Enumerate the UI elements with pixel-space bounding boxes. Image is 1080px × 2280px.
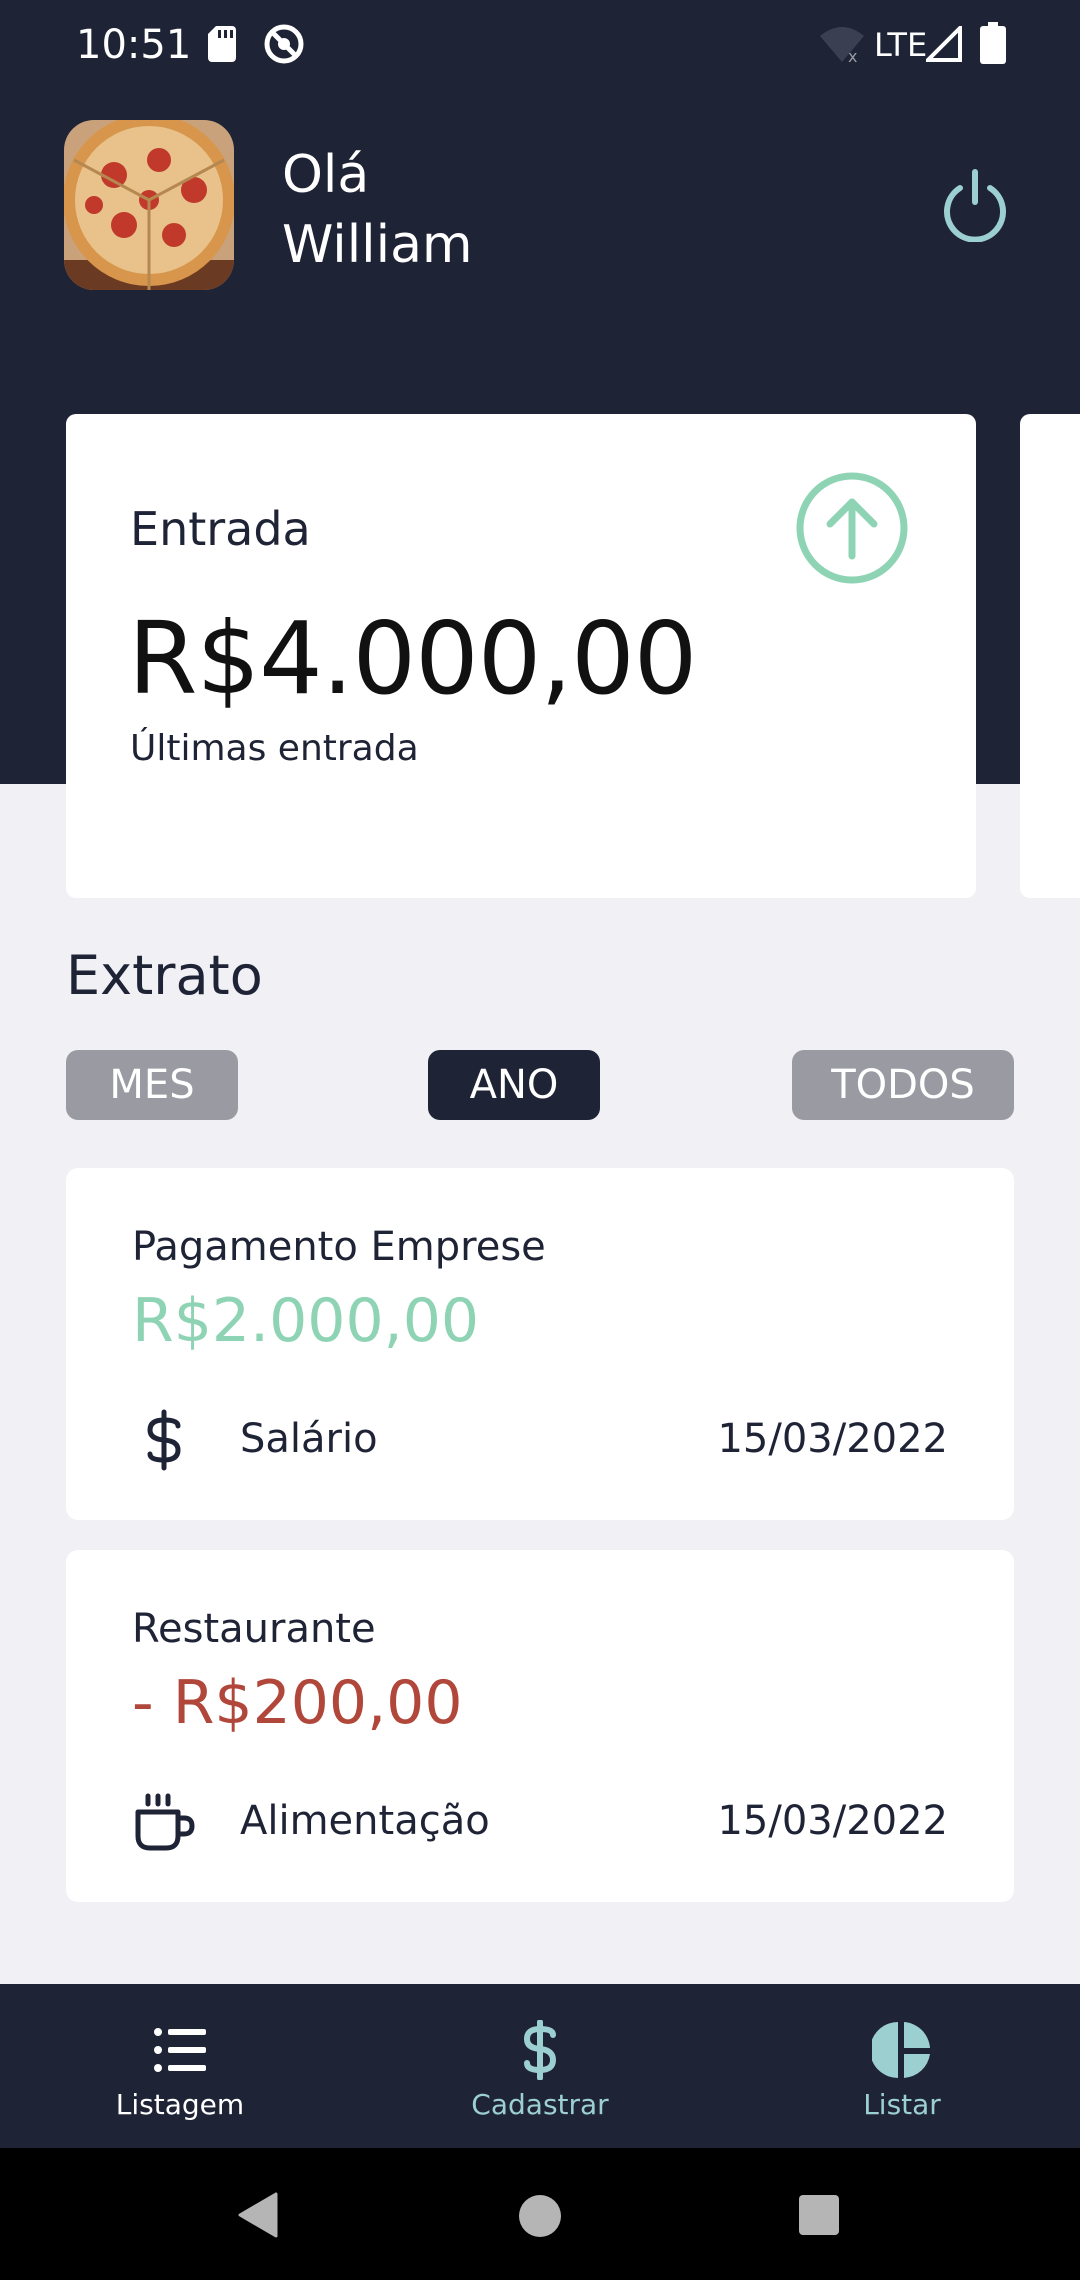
bottom-navigation: Listagem Cadastrar Listar	[0, 1984, 1080, 2148]
nav-item-listar[interactable]: Listar	[752, 1984, 1052, 2148]
nav-label: Cadastrar	[471, 2088, 609, 2121]
transaction-category: Alimentação	[240, 1798, 490, 1844]
status-time: 10:51	[76, 22, 192, 68]
coffee-cup-icon	[135, 1793, 195, 1851]
section-title-extrato: Extrato	[66, 944, 263, 1007]
nav-label: Listagem	[115, 2088, 245, 2121]
transaction-amount: R$2.000,00	[132, 1286, 480, 1356]
transaction-category: Salário	[240, 1416, 378, 1462]
pie-chart-icon	[872, 2022, 930, 2078]
dollar-icon	[147, 1409, 181, 1471]
filter-year-button[interactable]: ANO	[428, 1050, 600, 1120]
avatar	[64, 120, 234, 290]
user-name: William	[282, 215, 473, 275]
summary-card-label: Entrada	[130, 502, 311, 556]
sync-disabled-icon	[264, 24, 304, 64]
recents-icon[interactable]	[798, 2194, 840, 2236]
svg-text:x: x	[848, 47, 857, 64]
arrow-up-circle-icon	[796, 472, 908, 584]
nav-item-listagem[interactable]: Listagem	[30, 1984, 330, 2148]
transaction-amount: - R$200,00	[132, 1668, 463, 1738]
filter-all-button[interactable]: TODOS	[792, 1050, 1014, 1120]
sd-card-icon	[208, 26, 236, 62]
greeting: Olá William	[282, 140, 473, 280]
summary-card-income: Entrada R$4.000,00 Últimas entrada	[66, 414, 976, 898]
greeting-text: Olá	[282, 145, 370, 205]
dollar-icon	[523, 2020, 557, 2080]
summary-card-next[interactable]	[1020, 414, 1080, 898]
transaction-date: 15/03/2022	[717, 1416, 948, 1462]
signal-icon	[926, 26, 962, 62]
transaction-title: Restaurante	[132, 1606, 376, 1652]
summary-card-value: R$4.000,00	[128, 600, 697, 717]
transaction-title: Pagamento Emprese	[132, 1224, 546, 1270]
nav-label: Listar	[863, 2088, 941, 2121]
home-icon[interactable]	[518, 2194, 562, 2238]
transaction-card[interactable]: Pagamento Emprese R$2.000,00 Salário 15/…	[66, 1168, 1014, 1520]
battery-icon	[980, 22, 1006, 64]
nav-item-cadastrar[interactable]: Cadastrar	[390, 1984, 690, 2148]
transaction-card[interactable]: Restaurante - R$200,00 Alimentação 15/03…	[66, 1550, 1014, 1902]
pizza-photo	[64, 120, 234, 290]
wifi-off-icon: x	[820, 27, 864, 64]
system-navigation-bar	[0, 2148, 1080, 2280]
power-icon[interactable]	[938, 168, 1012, 242]
transaction-date: 15/03/2022	[717, 1798, 948, 1844]
list-icon	[154, 2028, 206, 2072]
network-type: LTE	[874, 26, 928, 64]
back-icon[interactable]	[236, 2192, 280, 2238]
summary-card-subtitle: Últimas entrada	[130, 728, 419, 769]
filter-month-button[interactable]: MES	[66, 1050, 238, 1120]
status-bar: 10:51 x LTE	[0, 0, 1080, 88]
